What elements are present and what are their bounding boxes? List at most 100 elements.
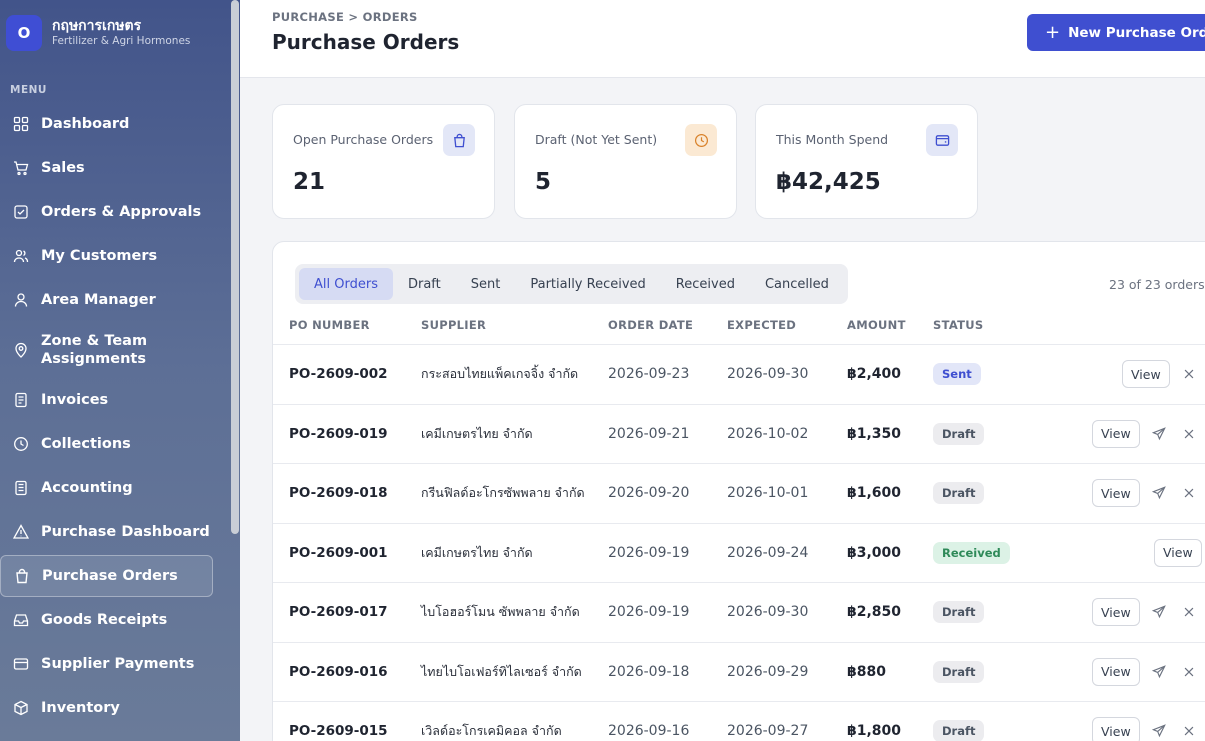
view-button[interactable]: View xyxy=(1092,598,1140,627)
table-row[interactable]: PO-2609-019 เคมีเกษตรไทย จำกัด 2026-09-21 2… xyxy=(273,403,1205,464)
column-header: STATUS xyxy=(933,318,984,332)
expected-date: 2026-09-24 xyxy=(727,544,809,561)
po-number: PO-2609-016 xyxy=(289,663,388,680)
column-header: SUPPLIER xyxy=(421,318,487,332)
status-badge: Draft xyxy=(933,720,985,741)
brand-logo: O xyxy=(6,15,42,51)
table-row[interactable]: PO-2609-018 กรีนฟิลด์อะโกรซัพพลาย จำกัด 20… xyxy=(273,463,1205,523)
table-row[interactable]: PO-2609-017 ไบโอฮอร์โมน ซัพพลาย จำกัด 2026… xyxy=(273,582,1205,642)
stat-card: Draft (Not Yet Sent) 5 xyxy=(514,104,737,219)
order-date: 2026-09-19 xyxy=(608,604,690,621)
credit-card-icon xyxy=(12,655,30,673)
supplier-name: เคมีเกษตรไทย จำกัด xyxy=(421,544,533,560)
sidebar-scrollbar[interactable] xyxy=(231,0,239,741)
status-cell: Sent xyxy=(933,363,981,386)
status-cell: Draft xyxy=(933,660,985,683)
sidebar-scroll-thumb[interactable] xyxy=(231,0,239,534)
table-row[interactable]: PO-2609-016 ไทยไบโอเฟอร์ทิไลเซอร์ จำกัด 20… xyxy=(273,641,1205,702)
sidebar-item-area-manager[interactable]: Area Manager xyxy=(0,278,232,322)
tab-cancelled[interactable]: Cancelled xyxy=(750,268,844,300)
sidebar-item-purchase-orders[interactable]: Purchase Orders xyxy=(0,555,213,597)
brand[interactable]: O กฤษการเกษตร Fertilizer & Agri Hormones xyxy=(6,15,190,51)
close-icon[interactable] xyxy=(1181,485,1197,501)
clock-icon xyxy=(685,124,717,156)
sidebar-item-label: Zone & Team Assignments xyxy=(41,333,148,367)
send-icon[interactable] xyxy=(1151,426,1167,442)
breadcrumb: PURCHASE > ORDERS xyxy=(272,10,418,24)
sidebar-item-label: Sales xyxy=(41,160,85,176)
close-icon[interactable] xyxy=(1181,604,1197,620)
view-button[interactable]: View xyxy=(1122,360,1170,389)
sidebar-item-collections[interactable]: Collections xyxy=(0,422,232,466)
send-icon[interactable] xyxy=(1151,664,1167,680)
check-square-icon xyxy=(12,203,30,221)
view-button[interactable]: View xyxy=(1092,657,1140,686)
close-icon[interactable] xyxy=(1181,426,1197,442)
status-badge: Received xyxy=(933,541,1010,564)
po-number: PO-2609-017 xyxy=(289,604,388,621)
view-button[interactable]: View xyxy=(1092,479,1140,508)
expected-date: 2026-09-27 xyxy=(727,723,809,740)
sidebar-item-zone-team-assignments[interactable]: Zone & Team Assignments xyxy=(0,322,232,378)
shopping-bag-icon xyxy=(443,124,475,156)
sidebar-item-purchase-dashboard[interactable]: Purchase Dashboard xyxy=(0,510,232,554)
table-body: PO-2609-002 กระสอบไทยแพ็คเกจจิ้ง จำกัด 202… xyxy=(273,344,1205,741)
brand-subtitle: Fertilizer & Agri Hormones xyxy=(52,35,191,47)
order-date: 2026-09-21 xyxy=(608,425,690,442)
close-icon[interactable] xyxy=(1181,366,1197,382)
sidebar-item-label: Orders & Approvals xyxy=(41,204,202,220)
view-button[interactable]: View xyxy=(1092,419,1140,448)
tab-all-orders[interactable]: All Orders xyxy=(299,268,393,300)
sidebar-item-my-customers[interactable]: My Customers xyxy=(0,234,232,278)
sidebar-item-invoices[interactable]: Invoices xyxy=(0,378,232,422)
status-cell: Draft xyxy=(933,422,985,445)
send-icon[interactable] xyxy=(1151,723,1167,739)
box-icon xyxy=(12,699,30,717)
stat-value: ฿42,425 xyxy=(776,169,881,195)
column-header: AMOUNT xyxy=(847,318,906,332)
tab-draft[interactable]: Draft xyxy=(393,268,456,300)
table-row[interactable]: PO-2609-002 กระสอบไทยแพ็คเกจจิ้ง จำกัด 202… xyxy=(273,344,1205,404)
sidebar-item-label: Purchase Dashboard xyxy=(41,524,210,540)
order-amount: ฿1,600 xyxy=(847,485,902,502)
order-amount: ฿2,850 xyxy=(847,604,902,621)
table-row[interactable]: PO-2609-001 เคมีเกษตรไทย จำกัด 2026-09-19 2… xyxy=(273,522,1205,583)
send-icon[interactable] xyxy=(1151,604,1167,620)
status-cell: Draft xyxy=(933,482,985,505)
view-button[interactable]: View xyxy=(1154,538,1202,567)
status-cell: Received xyxy=(933,541,1010,564)
sidebar-item-sales[interactable]: Sales xyxy=(0,146,232,190)
view-button[interactable]: View xyxy=(1092,717,1140,741)
brand-name: กฤษการเกษตร xyxy=(52,18,142,34)
new-purchase-order-button[interactable]: + New Purchase Order xyxy=(1027,14,1205,51)
order-amount: ฿2,400 xyxy=(847,366,902,383)
tab-received[interactable]: Received xyxy=(661,268,750,300)
menu-label: MENU xyxy=(10,84,47,96)
status-cell: Draft xyxy=(933,720,985,741)
supplier-name: กรีนฟิลด์อะโกรซัพพลาย จำกัด xyxy=(421,485,585,501)
send-icon[interactable] xyxy=(1151,485,1167,501)
supplier-name: ไทยไบโอเฟอร์ทิไลเซอร์ จำกัด xyxy=(421,663,582,679)
close-icon[interactable] xyxy=(1181,664,1197,680)
tab-partially-received[interactable]: Partially Received xyxy=(515,268,660,300)
order-date: 2026-09-18 xyxy=(608,663,690,680)
page-title: Purchase Orders xyxy=(272,30,460,54)
close-icon[interactable] xyxy=(1181,723,1197,739)
supplier-name: เคมีเกษตรไทย จำกัด xyxy=(421,425,533,441)
po-number: PO-2609-015 xyxy=(289,723,388,740)
sidebar-item-dashboard[interactable]: Dashboard xyxy=(0,102,232,146)
sidebar-item-goods-receipts[interactable]: Goods Receipts xyxy=(0,598,232,642)
stat-card: This Month Spend ฿42,425 xyxy=(755,104,978,219)
expected-date: 2026-09-30 xyxy=(727,366,809,383)
tab-sent[interactable]: Sent xyxy=(456,268,516,300)
po-number: PO-2609-002 xyxy=(289,366,388,383)
sidebar-item-accounting[interactable]: Accounting xyxy=(0,466,232,510)
status-badge: Sent xyxy=(933,363,981,386)
sidebar-item-label: Goods Receipts xyxy=(41,612,168,628)
table-row[interactable]: PO-2609-015 เวิลด์อะโกรเคมิคอล จำกัด 2026-… xyxy=(273,701,1205,741)
sidebar-item-orders-approvals[interactable]: Orders & Approvals xyxy=(0,190,232,234)
expected-date: 2026-09-29 xyxy=(727,663,809,680)
order-amount: ฿1,350 xyxy=(847,425,902,442)
sidebar-item-inventory[interactable]: Inventory xyxy=(0,686,232,730)
sidebar-item-supplier-payments[interactable]: Supplier Payments xyxy=(0,642,232,686)
